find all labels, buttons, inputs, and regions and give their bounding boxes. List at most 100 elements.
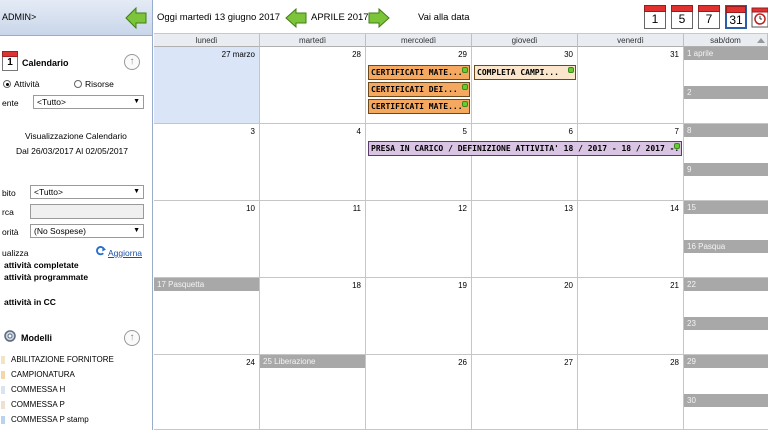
- day-cell[interactable]: 7: [578, 124, 684, 201]
- model-item[interactable]: CAMPIONATURA: [0, 368, 150, 382]
- client-select[interactable]: <Tutto> ▼: [33, 95, 144, 109]
- day-cell[interactable]: 13: [472, 201, 578, 278]
- sunday-bar: 23: [684, 317, 768, 330]
- collapse-sidebar-arrow-icon[interactable]: [125, 7, 147, 29]
- models-collapse-button[interactable]: ↑: [124, 330, 140, 346]
- calendar-collapse-button[interactable]: ↑: [124, 54, 140, 70]
- saturday-bar: 8: [684, 124, 768, 137]
- model-item[interactable]: COMMESSA P: [0, 398, 150, 412]
- weekend-cell[interactable]: 22 23: [684, 278, 768, 355]
- status-flag-icon: [674, 143, 680, 149]
- scroll-up-arrow-icon[interactable]: [754, 34, 768, 48]
- weekend-cell[interactable]: 15 16 Pasqua: [684, 201, 768, 278]
- day-cell[interactable]: 31: [578, 47, 684, 124]
- month-calendar-grid: lunedì martedì mercoledì giovedì venerdì…: [154, 34, 768, 430]
- calendar-event[interactable]: COMPLETA CAMPI...: [474, 65, 576, 80]
- day-number: 13: [564, 204, 573, 213]
- month-view-button[interactable]: 31: [725, 5, 747, 29]
- day-cell[interactable]: 21: [578, 278, 684, 355]
- calendar-event[interactable]: PRESA IN CARICO / DEFINIZIONE ATTIVITA' …: [368, 141, 682, 156]
- model-color-swatch: [1, 416, 5, 424]
- day-cell[interactable]: 28: [578, 355, 684, 430]
- search-label: rca: [2, 207, 14, 217]
- day-cell[interactable]: 3: [154, 124, 260, 201]
- model-item[interactable]: COMMESSA P stamp: [0, 413, 150, 427]
- day-number: 5: [462, 127, 467, 136]
- weekend-cell[interactable]: 29 30: [684, 355, 768, 430]
- saturday-bar: 29: [684, 355, 768, 368]
- weekend-cell[interactable]: 8 9: [684, 124, 768, 201]
- resources-radio-label: Risorse: [85, 79, 114, 89]
- day-cell[interactable]: 25 Liberazione: [260, 355, 366, 430]
- day-cell[interactable]: 17 Pasquetta: [154, 278, 260, 355]
- status-flag-icon: [462, 101, 468, 107]
- week-view-button[interactable]: 7: [698, 5, 720, 29]
- day-number: 11: [352, 204, 361, 213]
- day-cell[interactable]: 26: [366, 355, 472, 430]
- weekday-header: giovedì: [472, 34, 578, 47]
- activities-radio-label: Attività: [14, 79, 40, 89]
- day-cell[interactable]: 30: [472, 47, 578, 124]
- model-item[interactable]: COMMESSA H: [0, 383, 150, 397]
- sunday-bar: 9: [684, 163, 768, 176]
- option-completed[interactable]: attività completate: [4, 260, 79, 270]
- previous-month-arrow-icon[interactable]: [285, 8, 307, 28]
- day-cell[interactable]: 27 marzo: [154, 47, 260, 124]
- day-number: 10: [246, 204, 255, 213]
- day-number: 28: [352, 50, 361, 59]
- search-input[interactable]: [30, 204, 144, 219]
- work-week-view-button[interactable]: 5: [671, 5, 693, 29]
- models-section-title: Modelli: [21, 333, 52, 343]
- day-view-button[interactable]: 1: [644, 5, 666, 29]
- day-cell[interactable]: 18: [260, 278, 366, 355]
- day-number: 30: [564, 50, 573, 59]
- option-scheduled[interactable]: attività programmate: [4, 272, 88, 282]
- clock-icon[interactable]: [751, 6, 768, 28]
- day-number: 28: [670, 358, 679, 367]
- day-number: 4: [356, 127, 361, 136]
- calendar-section-title: Calendario: [22, 58, 69, 68]
- next-month-arrow-icon[interactable]: [368, 8, 390, 28]
- refresh-link[interactable]: Aggiorna: [108, 248, 142, 258]
- saturday-bar: 1 aprile: [684, 47, 768, 60]
- day-cell[interactable]: 5: [366, 124, 472, 201]
- day-cell[interactable]: 28: [260, 47, 366, 124]
- refresh-icon[interactable]: [95, 245, 106, 256]
- day-cell[interactable]: 20: [472, 278, 578, 355]
- day-cell[interactable]: 14: [578, 201, 684, 278]
- weekday-header: martedì: [260, 34, 366, 47]
- day-cell[interactable]: 10: [154, 201, 260, 278]
- client-label: ente: [2, 98, 19, 108]
- day-number: 31: [670, 50, 679, 59]
- goto-date-link[interactable]: Vai alla data: [418, 12, 470, 23]
- day-number: 24: [246, 358, 255, 367]
- calendar-event[interactable]: CERTIFICATI MATE...: [368, 99, 470, 114]
- weekday-header: venerdì: [578, 34, 684, 47]
- day-cell[interactable]: 4: [260, 124, 366, 201]
- model-item[interactable]: ABILITAZIONE FORNITORE: [0, 353, 150, 367]
- calendar-event[interactable]: CERTIFICATI DEI...: [368, 82, 470, 97]
- day-number: 7: [674, 127, 679, 136]
- calendar-event[interactable]: CERTIFICATI MATE...: [368, 65, 470, 80]
- visualize-label: ualizza: [2, 248, 29, 258]
- status-flag-icon: [568, 67, 574, 73]
- weekend-cell[interactable]: 1 aprile 2: [684, 47, 768, 124]
- models-gear-icon: [4, 330, 16, 342]
- day-cell[interactable]: 19: [366, 278, 472, 355]
- activities-radio[interactable]: [3, 80, 11, 88]
- day-number: 20: [564, 281, 573, 290]
- option-cc[interactable]: attività in CC: [4, 297, 56, 307]
- day-cell[interactable]: 11: [260, 201, 366, 278]
- weekday-header: lunedì: [154, 34, 260, 47]
- model-color-swatch: [1, 371, 5, 379]
- day-cell[interactable]: 6: [472, 124, 578, 201]
- toolbar: Oggi martedì 13 giugno 2017 APRILE 2017 …: [154, 0, 768, 34]
- priority-select[interactable]: (No Sospese) ▼: [30, 224, 144, 238]
- day-number: 27: [564, 358, 573, 367]
- scope-select[interactable]: <Tutto> ▼: [30, 185, 144, 199]
- day-cell[interactable]: 12: [366, 201, 472, 278]
- sidebar: ADMIN> 1 Calendario ↑ Attività Risorse e…: [0, 0, 153, 430]
- resources-radio[interactable]: [74, 80, 82, 88]
- day-cell[interactable]: 24: [154, 355, 260, 430]
- day-cell[interactable]: 27: [472, 355, 578, 430]
